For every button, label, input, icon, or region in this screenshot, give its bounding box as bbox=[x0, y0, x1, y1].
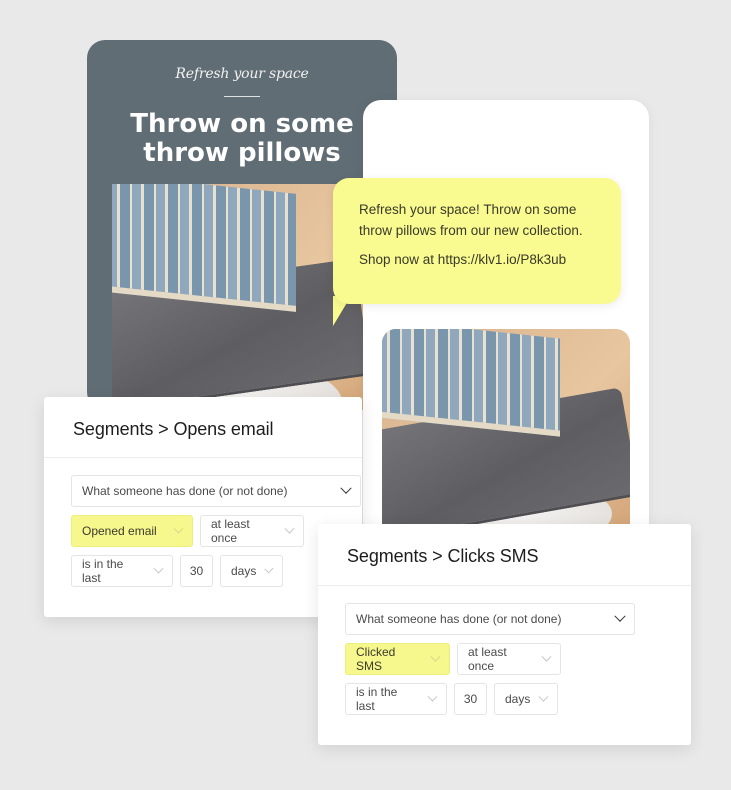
segment-title: Segments > Opens email bbox=[44, 397, 362, 458]
amount-value: 30 bbox=[463, 692, 478, 706]
segment-card-opens-email: Segments > Opens email What someone has … bbox=[44, 397, 362, 617]
amount-input[interactable]: 30 bbox=[454, 683, 487, 715]
unit-select[interactable]: days bbox=[220, 555, 283, 587]
condition-type-value: What someone has done (or not done) bbox=[356, 612, 562, 626]
chevron-down-icon bbox=[153, 563, 164, 574]
frequency-value: at least once bbox=[468, 645, 507, 673]
segment-title: Segments > Clicks SMS bbox=[318, 524, 691, 586]
chevron-down-icon bbox=[430, 651, 441, 662]
sms-message-bubble: Refresh your space! Throw on some throw … bbox=[333, 178, 621, 304]
email-eyebrow: Refresh your space bbox=[175, 66, 309, 82]
condition-type-select[interactable]: What someone has done (or not done) bbox=[345, 603, 635, 635]
timeframe-select[interactable]: is in the last bbox=[345, 683, 447, 715]
sms-cta-text: Shop now at https://klv1.io/P8k3ub bbox=[359, 252, 567, 267]
email-headline-line1: Throw on some bbox=[130, 109, 354, 139]
email-headline: Throw on some throw pillows bbox=[87, 110, 397, 168]
frequency-value: at least once bbox=[211, 517, 250, 545]
amount-input[interactable]: 30 bbox=[180, 555, 213, 587]
frequency-select[interactable]: at least once bbox=[200, 515, 304, 547]
chevron-down-icon bbox=[284, 523, 295, 534]
timeframe-value: is in the last bbox=[356, 685, 398, 713]
chevron-down-icon bbox=[538, 691, 549, 701]
sms-message-text: Refresh your space! Throw on some throw … bbox=[359, 202, 583, 238]
chevron-down-icon bbox=[173, 523, 184, 534]
email-divider bbox=[224, 96, 260, 97]
unit-value: days bbox=[505, 692, 531, 706]
chevron-down-icon bbox=[614, 610, 626, 622]
action-select[interactable]: Clicked SMS bbox=[345, 643, 450, 675]
unit-value: days bbox=[231, 564, 257, 578]
amount-value: 30 bbox=[189, 564, 204, 578]
timeframe-value: is in the last bbox=[82, 557, 124, 585]
condition-type-value: What someone has done (or not done) bbox=[82, 484, 288, 498]
condition-type-select[interactable]: What someone has done (or not done) bbox=[71, 475, 361, 507]
unit-select[interactable]: days bbox=[494, 683, 558, 715]
timeframe-select[interactable]: is in the last bbox=[71, 555, 173, 587]
segment-card-clicks-sms: Segments > Clicks SMS What someone has d… bbox=[318, 524, 691, 745]
action-value: Clicked SMS bbox=[356, 645, 396, 673]
sms-preview-card bbox=[363, 100, 649, 540]
chevron-down-icon bbox=[541, 651, 552, 662]
chevron-down-icon bbox=[340, 482, 352, 494]
sms-product-photo bbox=[382, 329, 630, 529]
chevron-down-icon bbox=[427, 691, 438, 702]
chevron-down-icon bbox=[264, 563, 274, 573]
action-value: Opened email bbox=[82, 524, 157, 538]
email-headline-line2: throw pillows bbox=[143, 138, 341, 168]
frequency-select[interactable]: at least once bbox=[457, 643, 561, 675]
action-select[interactable]: Opened email bbox=[71, 515, 193, 547]
